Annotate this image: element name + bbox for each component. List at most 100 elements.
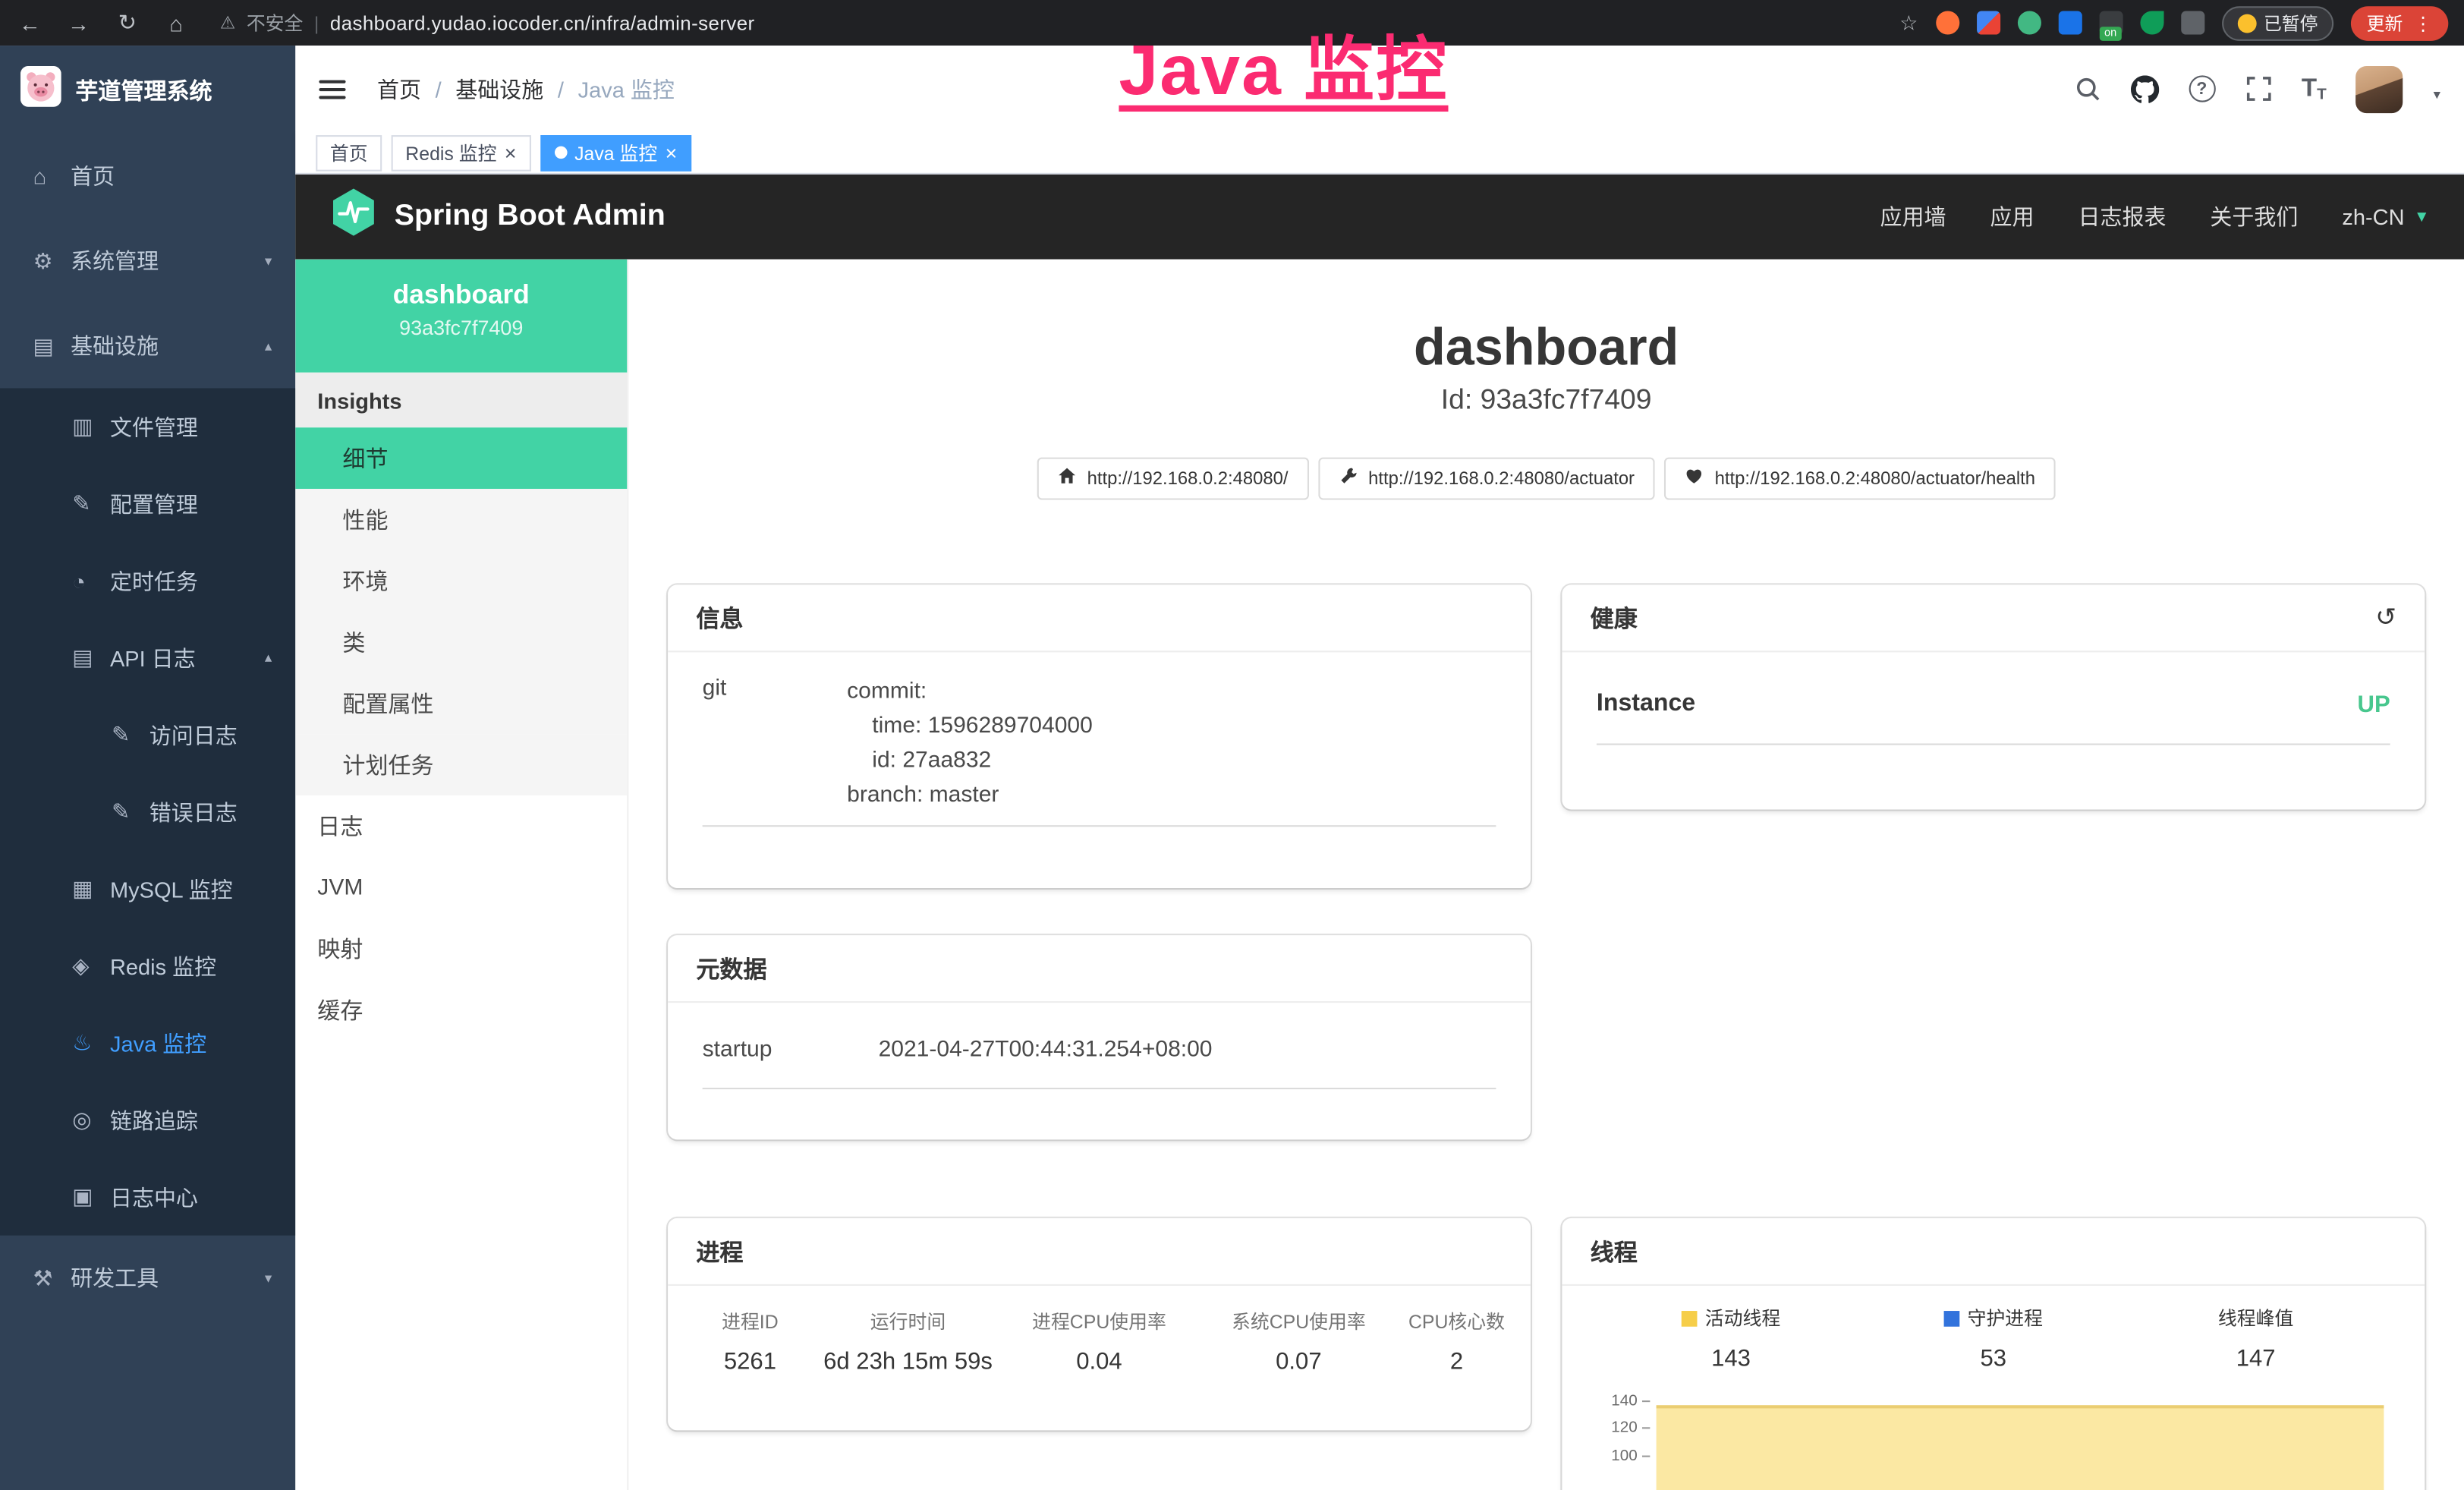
edit-icon: ✎ <box>72 490 110 517</box>
threads-card: 线程 活动线程 143 <box>1562 1218 2425 1490</box>
sba-nav-journal[interactable]: 日志报表 <box>2078 201 2166 232</box>
sba-menu-item-details[interactable]: 细节 <box>295 427 627 489</box>
sba-instance-header[interactable]: dashboard 93a3fc7f7409 <box>295 260 627 373</box>
sba-menu-item-mappings[interactable]: 映射 <box>295 918 627 979</box>
process-card: 进程 进程ID 运行时间 进程CPU使用率 系统CPU使用率 CPU核心数 <box>668 1218 1531 1431</box>
health-card-body: Instance UP <box>1562 653 2425 745</box>
sba-menu-item-jvm[interactable]: JVM <box>295 857 627 918</box>
url-text[interactable]: dashboard.yudao.iocoder.cn/infra/admin-s… <box>330 12 755 34</box>
cards-column-left: 信息 git commit: time: 1596289704000 id: 2… <box>668 585 1531 1490</box>
sba-menu-item-caches[interactable]: 缓存 <box>295 979 627 1041</box>
sba-menu-item-scheduled-tasks[interactable]: 计划任务 <box>295 734 627 795</box>
extension-puzzle-icon[interactable] <box>2180 11 2204 34</box>
fullscreen-icon[interactable] <box>2245 75 2271 102</box>
sba-menu-item-performance[interactable]: 性能 <box>295 489 627 550</box>
tab-java-monitor[interactable]: Java 监控 × <box>540 134 691 171</box>
sidebar-item-config-management[interactable]: ✎ 配置管理 <box>0 465 295 542</box>
sba-nav-wallboard[interactable]: 应用墙 <box>1880 201 1946 232</box>
sba-sidebar: dashboard 93a3fc7f7409 Insights 细节 性能 环境… <box>295 260 628 1490</box>
sba-nav-applications[interactable]: 应用 <box>1990 201 2034 232</box>
service-url-link[interactable]: http://192.168.0.2:48080/ <box>1037 458 1308 500</box>
browser-back-icon[interactable]: ← <box>16 10 44 35</box>
sidebar-item-trace[interactable]: ◎ 链路追踪 <box>0 1082 295 1158</box>
sidebar-item-infrastructure[interactable]: ▤ 基础设施 ▴ <box>0 304 295 389</box>
avatar-caret-icon[interactable]: ▾ <box>2434 86 2440 103</box>
history-icon[interactable]: ↺ <box>2375 603 2396 634</box>
instance-name: dashboard <box>295 280 627 311</box>
browser-menu-icon[interactable]: ⋮ <box>2414 12 2433 34</box>
sidebar-item-error-logs[interactable]: ✎ 错误日志 <box>0 773 295 850</box>
user-avatar[interactable] <box>2356 65 2403 112</box>
browser-forward-icon[interactable]: → <box>65 10 93 35</box>
screenshot-viewport: ← → ↻ ⌂ ⚠ 不安全 | dashboard.yudao.iocoder.… <box>0 0 2464 1490</box>
info-key-git: git <box>703 675 848 813</box>
tab-label: Redis 监控 <box>405 139 496 165</box>
cards-grid: 信息 git commit: time: 1596289704000 id: 2… <box>668 585 2425 1490</box>
breadcrumb-separator: / <box>558 76 564 101</box>
extension-proxy-icon[interactable]: on <box>2099 11 2123 34</box>
app-root: 芋道管理系统 ⌂ 首页 ⚙ 系统管理 ▾ ▤ 基础设施 ▴ <box>0 46 2464 1490</box>
sba-menu-item-classes[interactable]: 类 <box>295 612 627 673</box>
extension-on-badge: on <box>2100 27 2122 41</box>
security-label[interactable]: 不安全 <box>247 9 304 36</box>
sidebar-item-log-center[interactable]: ▣ 日志中心 <box>0 1158 295 1235</box>
health-url-link[interactable]: http://192.168.0.2:48080/actuator/health <box>1664 458 2056 500</box>
actuator-url-link[interactable]: http://192.168.0.2:48080/actuator <box>1318 458 1655 500</box>
extension-leaf-icon[interactable] <box>2139 11 2163 34</box>
sidebar-item-mysql-monitor[interactable]: ▦ MySQL 监控 <box>0 850 295 927</box>
bookmark-star-icon[interactable]: ☆ <box>1899 10 1918 35</box>
browser-reload-icon[interactable]: ↻ <box>113 9 141 36</box>
sidebar-item-redis-monitor[interactable]: ◈ Redis 监控 <box>0 928 295 1004</box>
metadata-card: 元数据 startup 2021-04-27T00:44:31.254+08:0… <box>668 936 1531 1140</box>
sba-brand[interactable]: Spring Boot Admin <box>330 187 666 247</box>
extension-fox-icon[interactable] <box>1935 11 1959 34</box>
close-icon[interactable]: × <box>666 142 678 162</box>
sidebar-item-label: 配置管理 <box>110 488 198 519</box>
sidebar-item-label: 定时任务 <box>110 565 198 596</box>
cpu-cores-value: 2 <box>1399 1349 1515 1375</box>
tab-redis-monitor[interactable]: Redis 监控 × <box>392 134 530 171</box>
sidebar-item-scheduled-tasks[interactable]: ◔ 定时任务 <box>0 542 295 619</box>
metadata-card-body: startup 2021-04-27T00:44:31.254+08:00 <box>668 1003 1531 1090</box>
sidebar-item-access-logs[interactable]: ✎ 访问日志 <box>0 696 295 773</box>
process-card-title: 进程 <box>668 1218 1531 1286</box>
tab-home[interactable]: 首页 <box>316 134 382 171</box>
breadcrumb-home[interactable]: 首页 <box>377 73 421 104</box>
sba-menu-item-logs[interactable]: 日志 <box>295 795 627 857</box>
app-title: 芋道管理系统 <box>75 73 212 106</box>
github-icon[interactable] <box>2130 74 2158 102</box>
sidebar-item-dev-tools[interactable]: ⚒ 研发工具 ▾ <box>0 1236 295 1321</box>
search-icon[interactable] <box>2074 75 2101 102</box>
file-icon: ▥ <box>72 414 110 440</box>
paused-extension-badge[interactable]: 已暂停 <box>2221 5 2333 40</box>
extension-grid-icon[interactable] <box>2058 11 2082 34</box>
app-logo[interactable]: 芋道管理系统 <box>0 46 295 134</box>
sidebar-item-label: MySQL 监控 <box>110 873 233 904</box>
sba-header: Spring Boot Admin 应用墙 应用 日志报表 关于我们 zh-CN… <box>295 175 2464 260</box>
sidebar-item-java-monitor[interactable]: ♨ Java 监控 <box>0 1004 295 1081</box>
y-tick: 140 <box>1600 1393 1650 1410</box>
navbar-actions: ? T T ▾ <box>2074 65 2440 112</box>
address-bar[interactable]: ⚠ 不安全 | dashboard.yudao.iocoder.cn/infra… <box>220 9 755 36</box>
sidebar-item-home[interactable]: ⌂ 首页 <box>0 134 295 219</box>
browser-update-button[interactable]: 更新 ⋮ <box>2351 5 2448 40</box>
font-size-icon[interactable]: T T <box>2302 74 2327 102</box>
sidebar-collapse-icon[interactable] <box>319 74 350 102</box>
sba-content: dashboard Id: 93a3fc7f7409 http://192.16… <box>628 260 2464 1490</box>
sba-nav-about[interactable]: 关于我们 <box>2210 201 2298 232</box>
database-icon: ▦ <box>72 875 110 902</box>
extension-vue-icon[interactable] <box>2017 11 2041 34</box>
breadcrumb-infrastructure[interactable]: 基础设施 <box>455 73 543 104</box>
sba-menu-item-environment[interactable]: 环境 <box>295 550 627 612</box>
sidebar-item-system-management[interactable]: ⚙ 系统管理 ▾ <box>0 219 295 304</box>
sba-menu-item-config-properties[interactable]: 配置属性 <box>295 673 627 734</box>
help-icon[interactable]: ? <box>2189 75 2215 102</box>
extension-pin-icon[interactable] <box>1976 11 2000 34</box>
heart-icon <box>1685 468 1704 491</box>
sba-locale-select[interactable]: zh-CN ▼ <box>2342 204 2429 229</box>
browser-home-icon[interactable]: ⌂ <box>162 10 190 35</box>
close-icon[interactable]: × <box>505 142 517 162</box>
sidebar-item-api-logs[interactable]: ▤ API 日志 ▴ <box>0 619 295 696</box>
sidebar-item-file-management[interactable]: ▥ 文件管理 <box>0 388 295 465</box>
cards-column-right: 健康 ↺ Instance UP <box>1562 585 2425 1490</box>
